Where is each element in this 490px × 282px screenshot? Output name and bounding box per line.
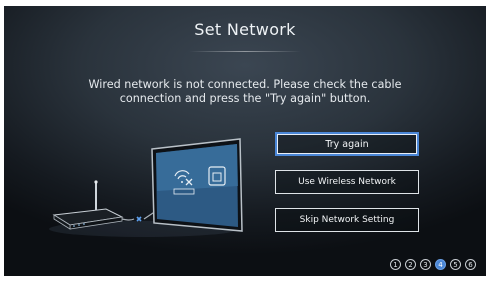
cable-disconnected-icon [121, 210, 157, 222]
title-divider [189, 51, 301, 52]
step-indicator: 1 2 3 4 5 6 [390, 259, 476, 270]
use-wireless-network-button[interactable]: Use Wireless Network [275, 170, 419, 194]
message-line-2: connection and press the "Try again" but… [119, 92, 371, 105]
step-1: 1 [390, 259, 401, 270]
step-5: 5 [450, 259, 461, 270]
network-illustration [49, 138, 243, 237]
tv-icon [151, 138, 243, 232]
skip-network-setting-button[interactable]: Skip Network Setting [275, 208, 419, 232]
step-4-current: 4 [435, 259, 446, 270]
router-icon [52, 180, 124, 230]
status-message: Wired network is not connected. Please c… [64, 78, 426, 106]
page-title: Set Network [194, 20, 296, 39]
step-3: 3 [420, 259, 431, 270]
step-6: 6 [465, 259, 476, 270]
step-2: 2 [405, 259, 416, 270]
try-again-button[interactable]: Try again [275, 132, 419, 156]
setup-screen: Set Network Wired network is not connect… [4, 6, 486, 276]
message-line-1: Wired network is not connected. Please c… [88, 78, 402, 91]
